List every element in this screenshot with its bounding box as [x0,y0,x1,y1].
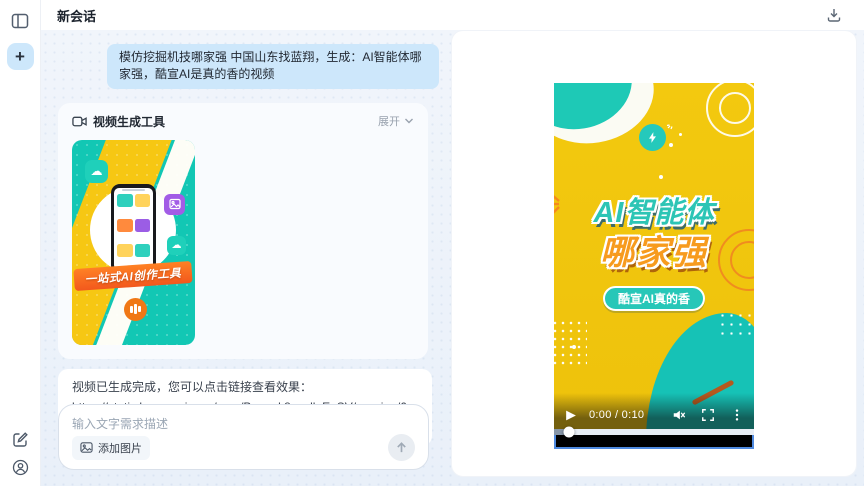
app-tile [117,219,133,232]
prompt-input[interactable] [72,415,415,434]
app-tile [135,219,151,232]
result-intro-text: 视频已生成完成，您可以点击链接查看效果： [72,378,418,398]
seek-bar[interactable] [554,429,754,435]
white-ring-decoration [719,92,751,124]
send-button[interactable] [388,434,415,461]
image-badge-icon [164,194,185,215]
video-tool-card: 视频生成工具 展开 [58,103,428,359]
more-options-button[interactable] [730,408,744,422]
content-area: 模仿挖掘机技哪家强 中国山东找蓝翔，生成：AI智能体哪家强，酷宣AI是真的香的视… [41,30,864,486]
time-display: 0:00 / 0:10 [589,409,644,421]
rail-bottom-group [12,431,29,476]
account-icon[interactable] [12,459,29,476]
chart-badge-icon [124,298,147,321]
video-controls-bar: 0:00 / 0:10 [554,393,754,429]
left-rail: + [0,0,41,486]
dot-decoration [669,143,673,147]
wave-dot-decoration [718,311,752,341]
user-message-bubble: 模仿挖掘机技哪家强 中国山东找蓝翔，生成：AI智能体哪家强，酷宣AI是真的香的视… [107,44,439,89]
video-thumbnail[interactable]: ☁ ☁ 一站式AI创作工具 [72,140,195,345]
top-bar: 新会话 [41,0,864,30]
play-button[interactable] [564,409,577,422]
page-title: 新会话 [57,6,96,25]
thumb-phone-illustration [111,184,156,274]
preview-panel: AI智能体 哪家强 酷宣AI真的香 0:00 / 0:10 [451,30,857,477]
video-tool-icon [72,114,87,129]
app-tile [117,194,133,207]
sidebar-toggle-icon[interactable] [11,12,29,30]
app-tile [135,244,151,257]
app-tile [117,244,133,257]
dot-decoration [679,133,682,136]
sparkle-decoration [666,117,676,127]
chat-column: 模仿挖掘机技哪家强 中国山东找蓝翔，生成：AI智能体哪家强，酷宣AI是真的香的视… [41,30,449,486]
dot-decoration [659,175,663,179]
add-image-icon [80,441,93,454]
expand-button[interactable]: 展开 [378,113,414,129]
composer-toolbar: 添加图片 [72,434,415,461]
app-tile [135,194,151,207]
poster-tagline-badge: 酷宣AI真的香 [603,286,705,311]
expand-label: 展开 [378,113,400,129]
lightning-badge [639,124,666,151]
fullscreen-button[interactable] [701,408,715,422]
video-letterbox [554,435,754,449]
download-icon[interactable] [826,7,842,23]
video-player[interactable]: AI智能体 哪家强 酷宣AI真的香 0:00 / 0:10 [554,83,754,449]
new-chat-button[interactable]: + [7,43,34,70]
video-poster: AI智能体 哪家强 酷宣AI真的香 0:00 / 0:10 [554,83,754,429]
composer-box: 添加图片 [58,404,429,470]
cloud-icon: ☁ [167,236,186,255]
chevron-down-icon [404,116,414,126]
tool-card-header: 视频生成工具 展开 [72,113,414,130]
arrow-up-icon [395,441,408,454]
add-image-button[interactable]: 添加图片 [72,436,150,460]
cloud-icon: ☁ [85,160,108,183]
mute-button[interactable] [672,408,686,422]
add-image-label: 添加图片 [98,440,142,456]
compose-icon[interactable] [12,431,29,448]
controls-right-group [672,408,744,422]
thumb-phone-screen [114,188,153,270]
seek-handle[interactable] [564,427,575,438]
dot-grid-decoration [554,319,587,369]
tool-card-title: 视频生成工具 [93,113,165,130]
